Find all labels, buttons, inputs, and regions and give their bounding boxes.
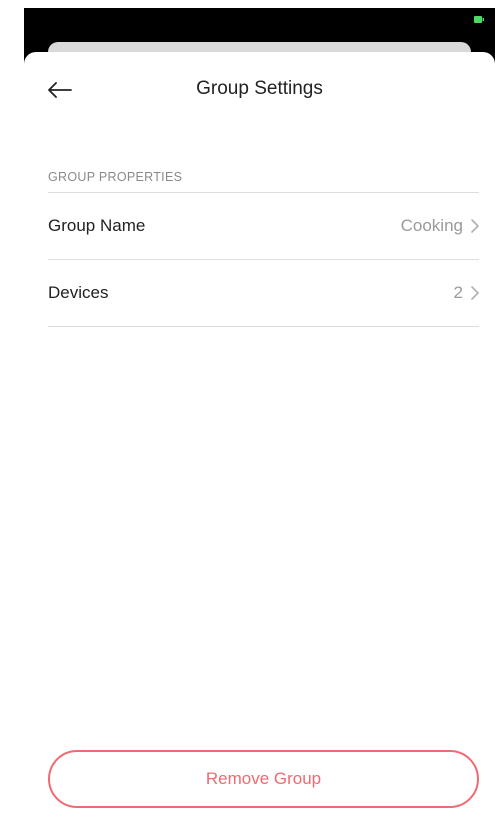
battery-icon: [474, 16, 484, 23]
group-name-row[interactable]: Group Name Cooking: [48, 193, 479, 259]
devices-count: 2: [453, 283, 463, 302]
group-name-value: Cooking: [400, 216, 463, 235]
devices-value-wrap: 2: [454, 283, 479, 303]
page-title: Group Settings: [196, 78, 323, 99]
section-header: GROUP PROPERTIES: [48, 170, 183, 184]
chevron-right-icon: [471, 219, 479, 233]
chevron-right-icon: [471, 286, 479, 300]
devices-label: Devices: [48, 283, 109, 302]
divider: [48, 326, 479, 327]
screen: Group Settings GROUP PROPERTIES Group Na…: [0, 0, 495, 824]
devices-row[interactable]: Devices 2: [48, 260, 479, 326]
settings-sheet: Group Settings GROUP PROPERTIES Group Na…: [24, 52, 495, 824]
status-bar: [24, 8, 495, 34]
nav-bar: Group Settings: [24, 52, 495, 128]
group-name-label: Group Name: [48, 216, 146, 235]
group-name-value-wrap: Cooking: [401, 216, 479, 236]
device-frame: Group Settings GROUP PROPERTIES Group Na…: [24, 8, 495, 824]
remove-group-button[interactable]: Remove Group: [48, 750, 479, 808]
